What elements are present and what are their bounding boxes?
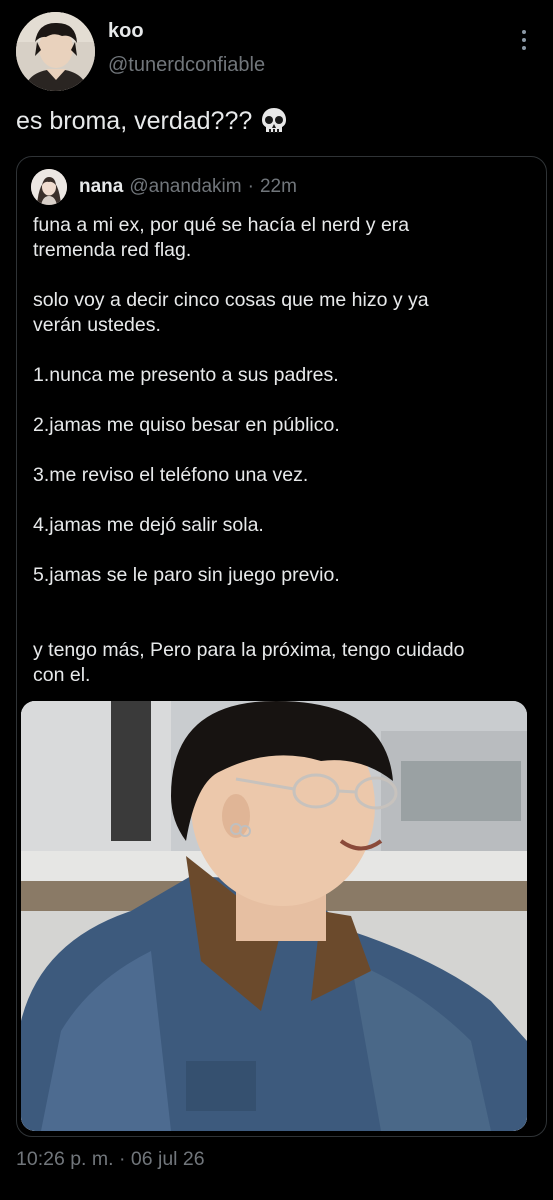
quoted-author-avatar[interactable] [31, 169, 67, 205]
quote-line [33, 263, 533, 288]
quote-line [33, 538, 533, 563]
more-vertical-icon[interactable] [519, 30, 529, 56]
quoted-tweet-card[interactable]: nana @anandakim · 22m funa a mi ex, por … [16, 156, 547, 1137]
quote-line: solo voy a decir cinco cosas que me hizo… [33, 289, 429, 311]
quote-line: 3.me reviso el teléfono una vez. [33, 464, 309, 486]
author-avatar[interactable] [16, 12, 95, 91]
photo-icon [21, 701, 527, 1131]
quote-line: con el. [33, 664, 91, 686]
tweet-header: koo @tunerdconfiable [16, 12, 537, 92]
quote-line: 1.nunca me presento a sus padres. [33, 364, 339, 386]
quote-line: verán ustedes. [33, 314, 161, 336]
skull-icon [260, 106, 288, 136]
author-display-name[interactable]: koo [108, 20, 144, 43]
quoted-tweet-text: funa a mi ex, por qué se hacía el nerd y… [33, 213, 533, 688]
quoted-tweet-time[interactable]: 22m [260, 176, 297, 198]
tweet-text: es broma, verdad??? [16, 106, 288, 136]
quoted-tweet-photo[interactable] [21, 701, 527, 1131]
quote-line [33, 438, 533, 463]
tweet-timestamp[interactable]: 10:26 p. m. · 06 jul 26 [16, 1148, 205, 1171]
separator-dot: · [247, 176, 254, 197]
quote-line: tremenda red flag. [33, 239, 192, 261]
quote-line [33, 613, 533, 638]
quote-line: y tengo más, Pero para la próxima, tengo… [33, 639, 465, 661]
quoted-author-name[interactable]: nana [79, 176, 123, 198]
quoted-author-handle[interactable]: @anandakim [129, 176, 241, 198]
quote-line: funa a mi ex, por qué se hacía el nerd y… [33, 214, 410, 236]
quote-line [33, 338, 533, 363]
quote-line: 4.jamas me dejó salir sola. [33, 514, 264, 536]
quote-line [33, 588, 533, 613]
tweet-text-content: es broma, verdad??? [16, 106, 253, 135]
quote-line: 5.jamas se le paro sin juego previo. [33, 564, 340, 586]
author-handle[interactable]: @tunerdconfiable [108, 54, 265, 77]
quote-line [33, 488, 533, 513]
quoted-tweet-header: nana @anandakim · 22m [31, 169, 297, 205]
quote-line: 2.jamas me quiso besar en público. [33, 414, 340, 436]
quote-line [33, 388, 533, 413]
